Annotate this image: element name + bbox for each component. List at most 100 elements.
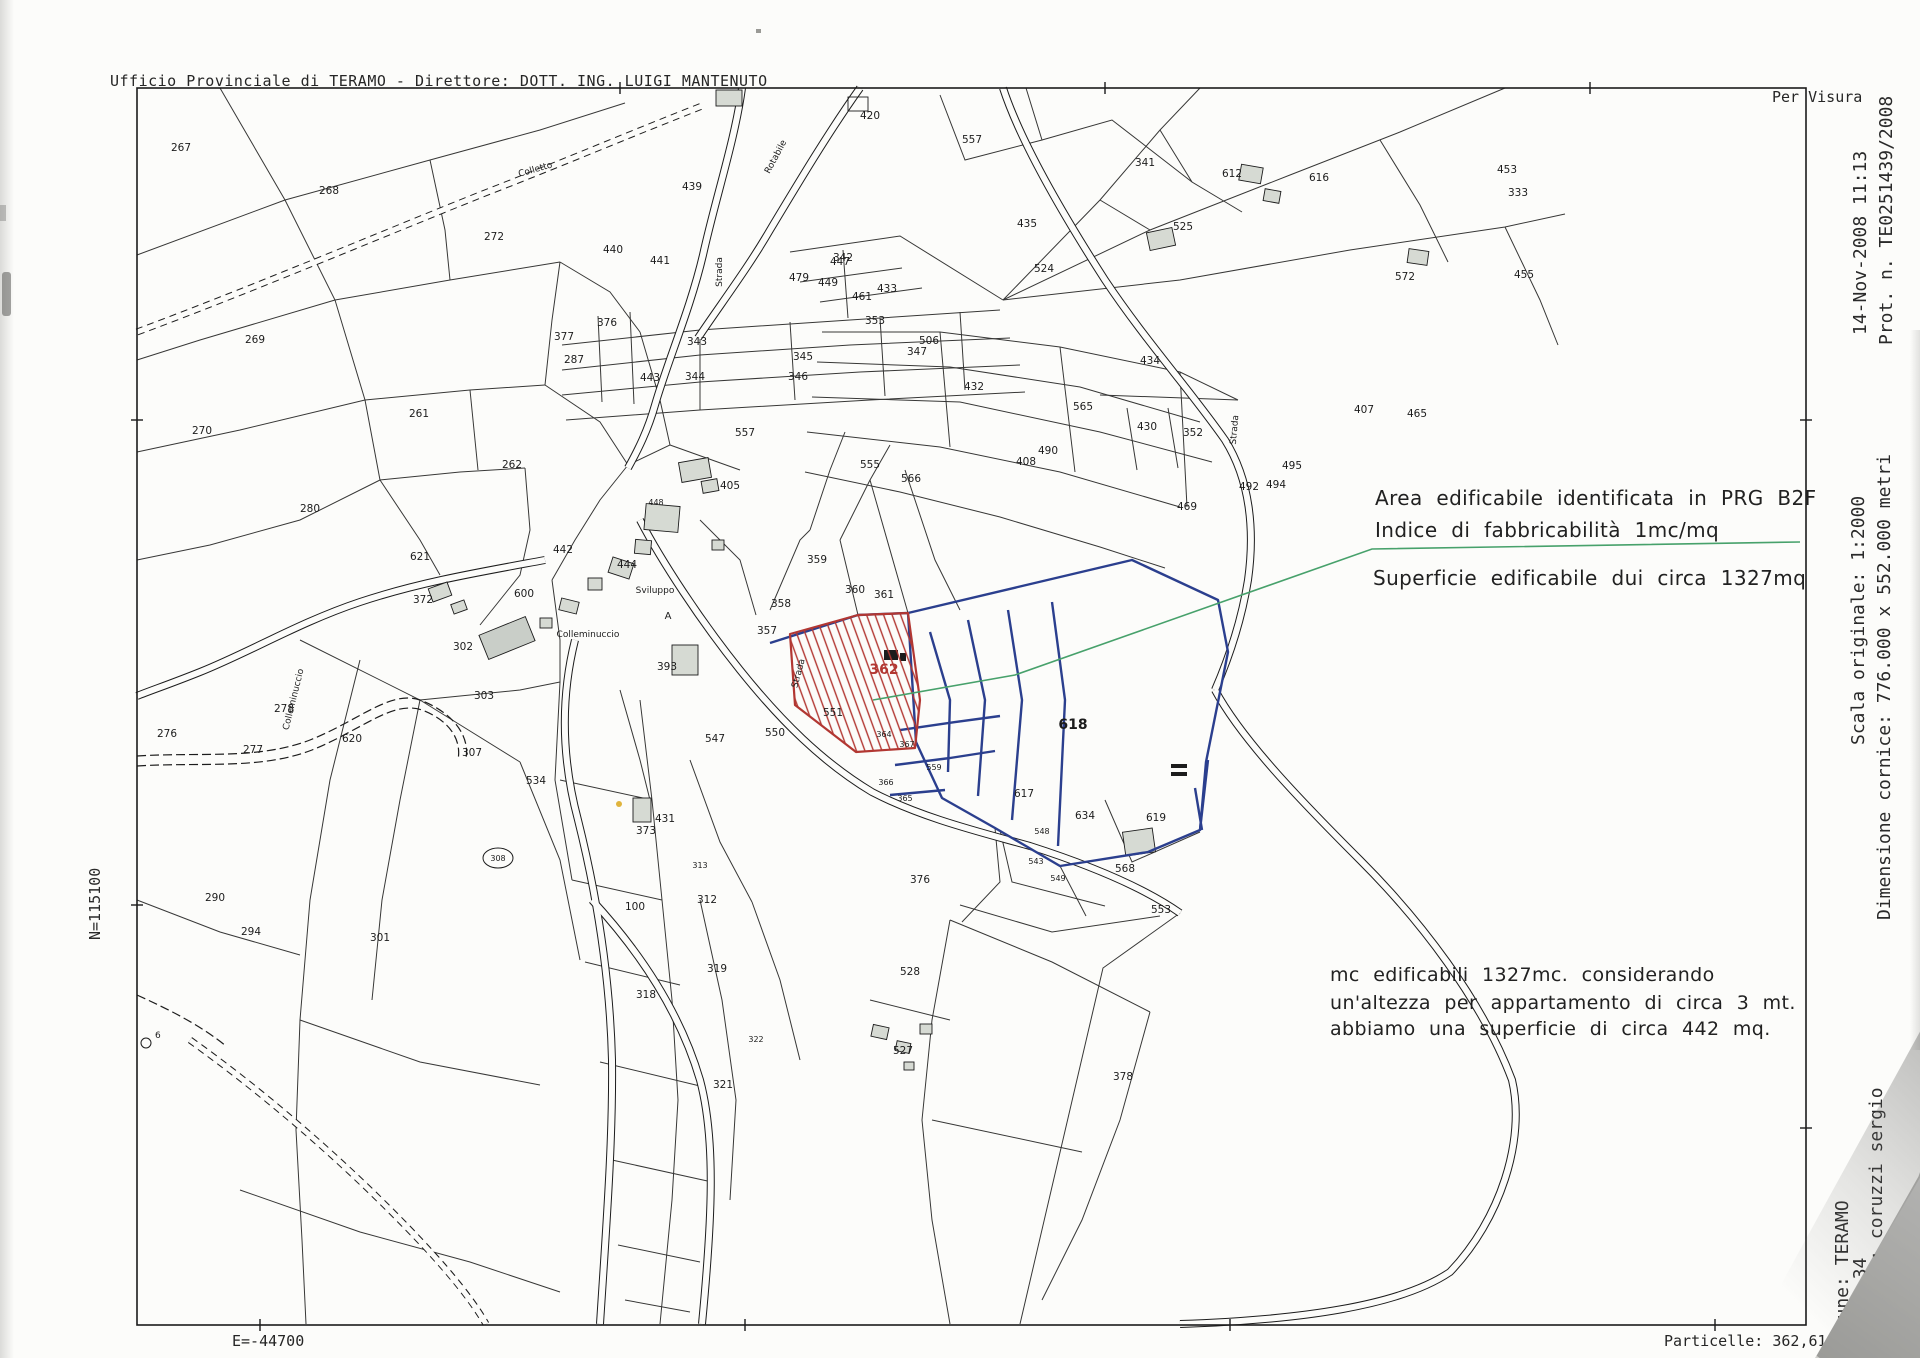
solid-structures — [884, 650, 1187, 776]
parcel-label: 301 — [370, 932, 390, 944]
parcel-label: 353 — [865, 315, 885, 327]
parcel-label: 268 — [319, 185, 339, 197]
parcel-label: 343 — [687, 336, 707, 348]
parcel-label: 365 — [897, 794, 912, 803]
parcel-label: 439 — [682, 181, 702, 193]
parcel-label: 550 — [765, 727, 785, 739]
north-coordinate-label: N=115100 — [86, 868, 104, 940]
parcel-label: 100 — [625, 901, 645, 913]
parcel-label: 321 — [713, 1079, 733, 1091]
parcel-label: 341 — [1135, 157, 1155, 169]
protocol-number: Prot. n. TE0251439/2008 — [1876, 96, 1897, 345]
parcel-label: 441 — [650, 255, 670, 267]
parcel-label: 318 — [636, 989, 656, 1001]
place-label: Colleminuccio — [557, 630, 620, 640]
parcel-label: 366 — [878, 778, 893, 787]
parcel-label: 551 — [823, 707, 843, 719]
building-footprints — [428, 90, 1429, 1070]
parcel-label: 619 — [1146, 812, 1166, 824]
parcel-label: 549 — [1050, 874, 1065, 883]
parcel-label: 267 — [171, 142, 191, 154]
parcel-label: 277 — [243, 744, 263, 756]
parcel-label: 524 — [1034, 263, 1054, 275]
parcel-label: 525 — [1173, 221, 1193, 233]
parcel-label: 280 — [300, 503, 320, 515]
parcel-label: 322 — [748, 1035, 763, 1044]
parcel-label: 616 — [1309, 172, 1329, 184]
parcel-label: 495 — [1282, 460, 1302, 472]
annotation-superficie: Superficie edificabile dui circa 1327mq — [1373, 566, 1806, 590]
parcel-label: 312 — [697, 894, 717, 906]
parcel-label: 357 — [757, 625, 777, 637]
parcel-label: 270 — [192, 425, 212, 437]
parcel-label: 405 — [720, 480, 740, 492]
parcel-label: 527 — [893, 1045, 913, 1057]
parcel-label: 443 — [640, 372, 660, 384]
parcel-label: 557 — [962, 134, 982, 146]
road-label: Strada — [1229, 415, 1242, 445]
parcel-label: 566 — [901, 473, 921, 485]
scanned-cadastral-document: 6 26726827226927028026126228744344044143… — [0, 0, 1920, 1358]
parcel-label: 431 — [655, 813, 675, 825]
parcel-label: 440 — [603, 244, 623, 256]
parcel-label: 612 — [1222, 168, 1242, 180]
parcel-label: 376 — [910, 874, 930, 886]
parcel-label: 453 — [1497, 164, 1517, 176]
parcel-label: 469 — [1177, 501, 1197, 513]
parcel-label: 313 — [692, 861, 707, 870]
parcel-label: 345 — [793, 351, 813, 363]
parcel-label: 261 — [409, 408, 429, 420]
parcel-label: 272 — [484, 231, 504, 243]
parcel-label: 490 — [1038, 445, 1058, 457]
parcel-label: 367 — [899, 740, 914, 749]
parcel-label: 378 — [1113, 1071, 1133, 1083]
annotation-superficie-442: abbiamo una superficie di circa 442 mq. — [1330, 1018, 1771, 1040]
scan-artifact — [2, 272, 11, 316]
scan-artifact — [0, 205, 6, 221]
parcel-label: 553 — [1151, 904, 1171, 916]
parcel-label: 559 — [926, 763, 941, 772]
parcel-label: 347 — [907, 346, 927, 358]
parcel-label: 548 — [1034, 827, 1049, 836]
parcel-label: 568 — [1115, 863, 1135, 875]
parcel-label: 465 — [1407, 408, 1427, 420]
parcel-label: 308 — [490, 854, 505, 863]
parcel-label: 528 — [900, 966, 920, 978]
annotation-mc-edificabili: mc edificabili 1327mc. considerando — [1330, 964, 1715, 986]
parcel-label: 360 — [845, 584, 865, 596]
parcel-label: 407 — [1354, 404, 1374, 416]
annotation-altezza: un'altezza per appartamento di circa 3 m… — [1330, 992, 1796, 1014]
annotation-area-edificabile: Area edificabile identificata in PRG B2F — [1375, 486, 1817, 510]
yellow-dot — [616, 801, 622, 807]
parcel-362-highlight — [790, 613, 920, 752]
frame-dimension-note: Dimensione cornice: 776.000 x 552.000 me… — [1874, 454, 1895, 920]
parcel-label: 572 — [1395, 271, 1415, 283]
parcel-label-618: 618 — [1058, 717, 1087, 733]
scale-note: Scala originale: 1:2000 — [1848, 496, 1869, 745]
parcel-label: 333 — [1508, 187, 1528, 199]
parcel-label: 262 — [502, 459, 522, 471]
parcel-label: 344 — [685, 371, 705, 383]
parcel-label: 461 — [852, 291, 872, 303]
parcel-label: 372 — [413, 594, 433, 606]
road-label: Colletto — [517, 160, 554, 179]
parcel-label: 543 — [1028, 857, 1043, 866]
parcel-label: 434 — [1140, 355, 1160, 367]
parcel-label: 557 — [735, 427, 755, 439]
per-visura-label: Per Visura — [1772, 88, 1862, 106]
parcel-label: 600 — [514, 588, 534, 600]
protocol-datetime: 14-Nov-2008 11:13 — [1850, 151, 1871, 335]
road-label: Strada — [715, 257, 725, 287]
parcel-label: 447 — [830, 256, 850, 268]
parcel-label: 346 — [788, 371, 808, 383]
parcel-label: 364 — [876, 730, 891, 739]
parcel-label: 361 — [874, 589, 894, 601]
parcel-label: 455 — [1514, 269, 1534, 281]
parcel-label: 276 — [157, 728, 177, 740]
parcel-label: 307 — [462, 747, 482, 759]
parcel-label: 617 — [1014, 788, 1034, 800]
parcel-label: 435 — [1017, 218, 1037, 230]
place-label: Colleminuccio — [282, 667, 307, 731]
scan-edge-shading — [1910, 330, 1920, 1050]
parcel-label: 294 — [241, 926, 261, 938]
